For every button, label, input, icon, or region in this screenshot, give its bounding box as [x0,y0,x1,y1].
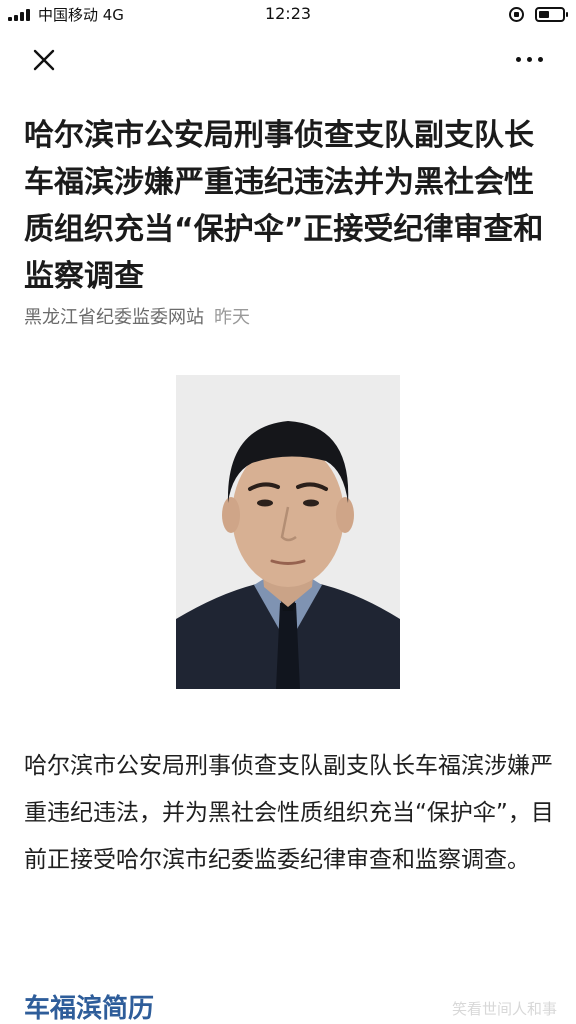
status-bar: 中国移动 4G 12:23 [0,0,576,30]
weibo-watermark: 笑看世间人和事 [452,1000,558,1018]
section-heading: 车福滨简历 [24,994,155,1024]
close-icon[interactable] [30,46,58,74]
article-date: 昨天 [214,307,250,328]
article-meta: 黑龙江省纪委监委网站 昨天 [24,303,250,329]
nav-bar [0,30,576,88]
article-body: 哈尔滨市公安局刑事侦查支队副支队长车福滨涉嫌严重违纪违法，并为黑社会性质组织充当… [24,753,554,873]
article-title: 哈尔滨市公安局刑事侦查支队副支队长车福滨涉嫌严重违纪违法并为黑社会性质组织充当“… [24,118,544,294]
battery-icon [535,7,568,22]
status-time: 12:23 [264,4,312,23]
article-source-link[interactable]: 黑龙江省纪委监委网站 [24,307,204,328]
orientation-lock-icon [509,7,524,22]
more-icon[interactable] [512,48,548,70]
portrait-photo[interactable] [176,375,400,689]
